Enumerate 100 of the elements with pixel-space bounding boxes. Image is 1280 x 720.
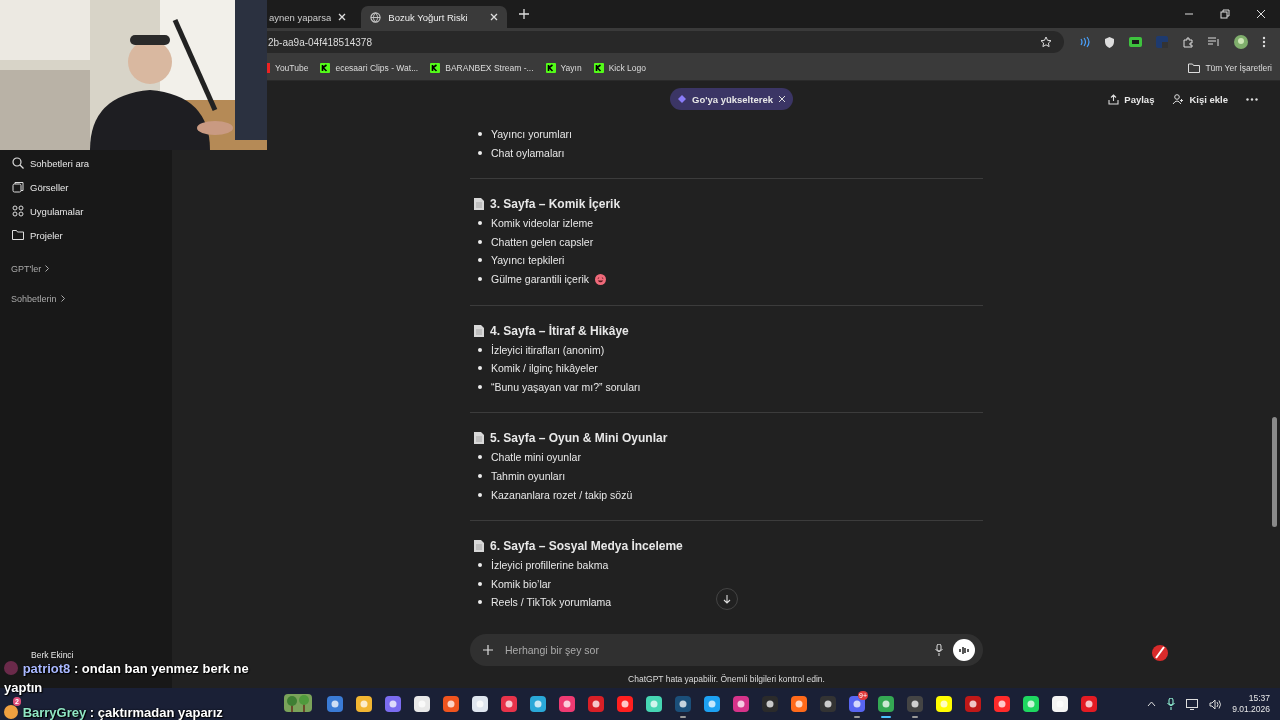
globe-icon [370,11,382,23]
list-item: İzleyici profillerine bakma [491,559,609,572]
bookmark-folder[interactable]: Tüm Yer İşaretleri [1188,63,1272,73]
network-icon[interactable] [1186,698,1199,710]
bullet-icon [478,473,482,478]
section-heading: 6. Sayfa – Sosyal Medya İnceleme [490,539,683,554]
bullet-icon [478,221,482,226]
search-icon [12,157,24,169]
slash-logo-icon [1151,644,1169,662]
section-heading: 3. Sayfa – Komik İçerik [490,197,621,212]
section-toggle[interactable]: Sohbetlerin [11,290,65,307]
kick-icon [545,63,556,73]
list-item: Yayıncı yorumları [491,128,572,140]
list-item: Komik / ilginç hikâyeler [491,362,598,375]
sidebar-item[interactable]: Uygulamalar [0,199,172,223]
kick-icon [593,63,604,73]
list-item: Reels / TikTok yorumlama [491,596,612,609]
bookmark[interactable]: BARANBEX Stream -... [430,63,534,73]
close-icon[interactable] [778,96,785,102]
bullet-icon [478,600,482,605]
list-item: Komik videolar izleme [491,217,594,230]
tab-title: Bozuk Yoğurt Riski [388,11,469,23]
disclaimer-text: ChatGPT hata yapabilir. Önemli bilgileri kontrol edin. [627,673,826,686]
list-item: Chatle mini oyunlar [491,451,581,464]
browser-tab[interactable]: aynen yaparsa [267,6,356,28]
bookmark[interactable]: ecesaari Clips - Wat... [320,63,419,73]
tab-title: aynen yaparsa [269,11,332,23]
voice-button[interactable] [953,639,975,661]
bullet-icon [478,150,482,155]
document-icon [474,540,484,553]
browser-tab[interactable]: Bozuk Yoğurt Riski [361,6,508,28]
bullet-icon [478,563,482,568]
share-button[interactable]: Paylaş [1108,93,1155,105]
restore-icon[interactable] [1220,9,1230,19]
arrow-down-icon [723,594,731,604]
avatar-icon[interactable] [1234,35,1248,49]
bullet-icon [478,581,482,586]
bullet-icon [478,455,482,460]
sidebar-item[interactable]: Görseller [0,175,172,199]
bullet-icon [478,366,482,371]
message-composer[interactable]: Herhangi bir şey sor [470,634,983,666]
new-tab-icon[interactable] [519,9,530,19]
more-icon[interactable] [1246,97,1258,101]
time-text: 15:37 [1248,693,1270,704]
address-bar[interactable]: 2b-aa9a-04f418514378 [267,31,1064,53]
list-item: “Bunu yaşayan var mı?” soruları [491,380,641,393]
bookmark-star-icon[interactable] [1040,36,1052,48]
kick-icon [430,63,441,73]
add-person-button[interactable]: Kişi ekle [1172,93,1228,105]
clock[interactable]: 15:37 9.01.2026 [1232,693,1270,715]
sidebar-item[interactable]: Projeler [0,223,172,247]
document-icon [474,198,484,211]
folder-icon [1188,63,1201,73]
plus-icon[interactable] [483,645,493,655]
list-item: Yayıncı tepkileri [491,254,565,267]
section-heading: 5. Sayfa – Oyun & Mini Oyunlar [490,431,668,446]
chevron-right-icon [45,265,50,272]
kick-icon [320,63,331,73]
upgrade-button[interactable]: Go'ya yükselterek [670,88,793,110]
add-person-icon [1172,93,1185,105]
scroll-down-button[interactable] [716,588,738,610]
message-input[interactable]: Herhangi bir şey sor [503,643,925,657]
bullet-icon [478,347,482,352]
bullet-icon [478,132,482,136]
weather-widget[interactable] [284,694,312,714]
list-item: İzleyici itirafları (anonim) [491,343,605,356]
images-icon [12,181,24,193]
bookmark[interactable]: Yayın [545,63,582,73]
date-text: 9.01.2026 [1232,704,1270,715]
bullet-icon [478,384,482,389]
volume-icon[interactable] [1209,698,1222,710]
shield-icon[interactable] [1104,36,1115,48]
chevron-up-icon[interactable] [1147,701,1157,707]
user-name[interactable]: Berk Ekinci [31,650,74,660]
list-item: Tahmin oyunları [491,469,566,482]
folder-icon [12,229,24,241]
sidebar-item[interactable]: Sohbetleri ara [0,151,172,175]
bullet-icon [478,492,482,497]
microphone-icon[interactable] [935,644,943,656]
diamond-icon [678,95,686,103]
close-icon[interactable] [338,13,347,21]
media-icon[interactable] [1208,37,1220,47]
puzzle-icon[interactable] [1182,36,1194,48]
document-icon [474,324,484,337]
bookmark[interactable]: YouTube [267,63,309,73]
microphone-icon[interactable] [1167,698,1176,710]
section-toggle[interactable]: GPT'ler [11,260,50,277]
stream-chat-message: patriot8 : ondan ban yenmez berk ne yaptın [4,660,250,697]
wave-icon[interactable] [1078,36,1090,48]
list-item: Gülme garantili içerik [491,272,590,285]
menu-icon[interactable] [1262,36,1266,48]
extension-icon[interactable] [1129,37,1142,47]
user-avatar-icon [4,661,18,675]
url-text: 2b-aa9a-04f418514378 [268,36,372,48]
list-item: Chatten gelen capsler [491,235,594,248]
bullet-icon [478,258,482,263]
bullet-icon [478,276,482,281]
bookmark[interactable]: Kick Logo [593,63,647,73]
close-icon[interactable] [490,13,499,21]
close-icon[interactable] [1256,9,1266,19]
